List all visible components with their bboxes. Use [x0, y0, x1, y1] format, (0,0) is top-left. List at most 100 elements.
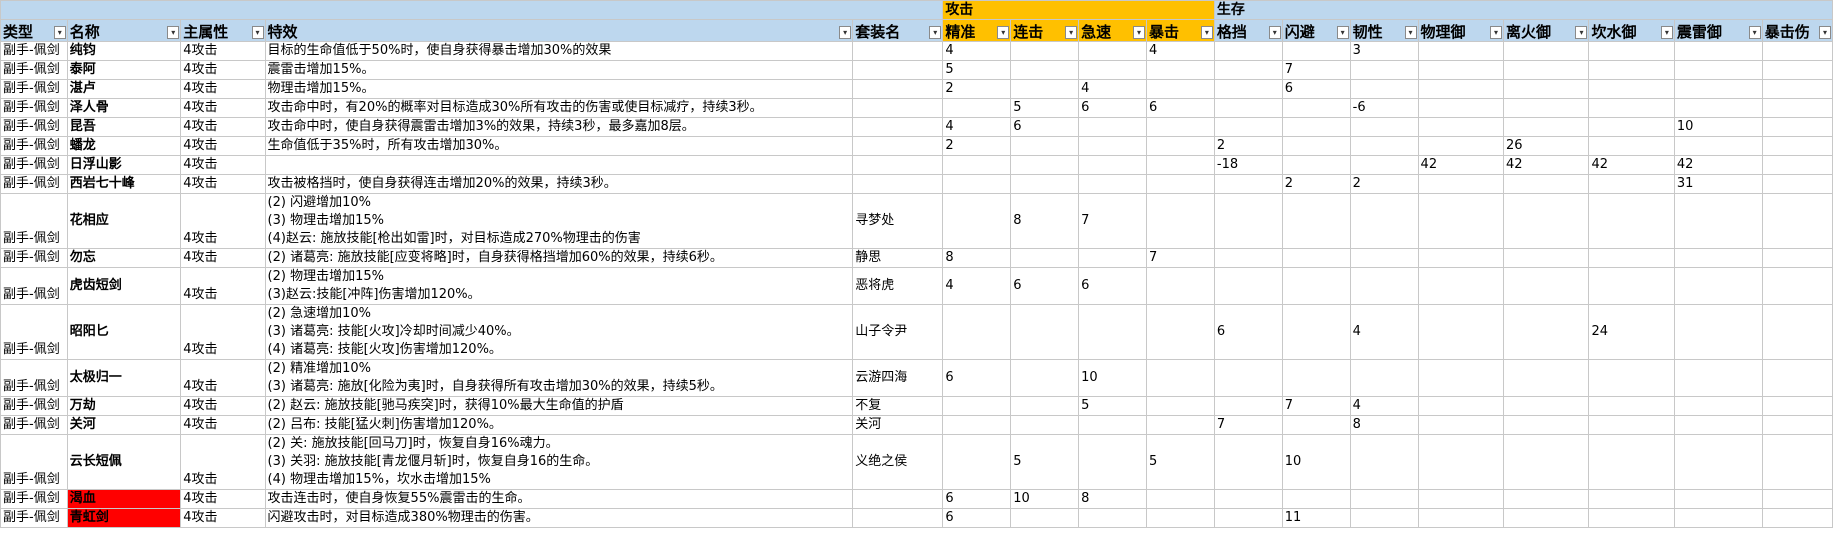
cell-stat[interactable] — [1761, 98, 1833, 118]
cell-stat[interactable] — [942, 193, 1012, 249]
cell-stat[interactable] — [1673, 304, 1763, 360]
cell-set-name[interactable]: 山子令尹 — [852, 304, 944, 360]
cell-stat[interactable] — [1349, 155, 1419, 175]
cell-main-attr[interactable]: 4攻击 — [180, 489, 266, 509]
cell-stat[interactable] — [1502, 174, 1590, 194]
cell-stat[interactable] — [1281, 98, 1351, 118]
cell-stat[interactable] — [1213, 41, 1283, 61]
cell-stat[interactable] — [1417, 434, 1505, 490]
cell-type[interactable]: 副手-佩剑 — [0, 359, 68, 397]
cell-stat[interactable]: 2 — [942, 79, 1012, 99]
cell-stat[interactable] — [1281, 415, 1351, 435]
cell-stat[interactable] — [1588, 248, 1675, 268]
cell-stat[interactable] — [1761, 359, 1833, 397]
cell-stat[interactable] — [1588, 434, 1675, 490]
cell-stat[interactable] — [1673, 98, 1763, 118]
cell-stat[interactable] — [1761, 415, 1833, 435]
cell-stat[interactable]: 7 — [1145, 248, 1215, 268]
cell-stat[interactable] — [1761, 304, 1833, 360]
cell-stat[interactable] — [1588, 489, 1675, 509]
cell-stat[interactable] — [1502, 434, 1590, 490]
cell-stat[interactable] — [1349, 60, 1419, 80]
cell-stat[interactable] — [1761, 60, 1833, 80]
cell-stat[interactable] — [1673, 193, 1763, 249]
cell-stat[interactable] — [1010, 60, 1080, 80]
cell-effect[interactable]: 攻击被格挡时，使自身获得连击增加20%的效果，持续3秒。 — [264, 174, 854, 194]
cell-stat[interactable] — [1673, 415, 1763, 435]
cell-main-attr[interactable]: 4攻击 — [180, 267, 266, 305]
cell-main-attr[interactable]: 4攻击 — [180, 508, 266, 528]
cell-stat[interactable]: 7 — [1213, 415, 1283, 435]
cell-stat[interactable] — [1417, 304, 1505, 360]
cell-main-attr[interactable]: 4攻击 — [180, 155, 266, 175]
cell-stat[interactable] — [1588, 98, 1675, 118]
cell-stat[interactable] — [1761, 174, 1833, 194]
cell-stat[interactable] — [1010, 396, 1080, 416]
cell-stat[interactable] — [1281, 304, 1351, 360]
cell-stat[interactable] — [1417, 248, 1505, 268]
cell-set-name[interactable] — [852, 174, 944, 194]
cell-stat[interactable]: 7 — [1281, 60, 1351, 80]
cell-effect[interactable]: (2) 闪避增加10% (3) 物理击增加15% (4)赵云: 施放技能[枪出如雷]… — [264, 193, 854, 249]
cell-stat[interactable] — [1417, 41, 1505, 61]
cell-stat[interactable]: 4 — [1349, 396, 1419, 416]
cell-stat[interactable] — [1078, 60, 1147, 80]
cell-stat[interactable] — [1761, 434, 1833, 490]
cell-stat[interactable] — [942, 396, 1012, 416]
cell-stat[interactable] — [1145, 396, 1215, 416]
cell-stat[interactable] — [1588, 396, 1675, 416]
cell-stat[interactable]: 6 — [1281, 79, 1351, 99]
cell-main-attr[interactable]: 4攻击 — [180, 98, 266, 118]
cell-type[interactable]: 副手-佩剑 — [0, 98, 68, 118]
cell-stat[interactable] — [1502, 304, 1590, 360]
cell-type[interactable]: 副手-佩剑 — [0, 489, 68, 509]
cell-effect[interactable]: 生命值低于35%时，所有攻击增加30%。 — [264, 136, 854, 156]
cell-set-name[interactable]: 恶将虎 — [852, 267, 944, 305]
cell-stat[interactable]: -18 — [1213, 155, 1283, 175]
cell-stat[interactable]: 6 — [1078, 267, 1147, 305]
filter-dropdown-icon[interactable]: ▾ — [1490, 26, 1502, 39]
cell-main-attr[interactable]: 4攻击 — [180, 79, 266, 99]
cell-effect[interactable]: (2) 急速增加10% (3) 诸葛亮: 技能[火攻]冷却时间减少40%。 (4) … — [264, 304, 854, 360]
cell-stat[interactable] — [1761, 193, 1833, 249]
cell-stat[interactable] — [1281, 489, 1351, 509]
cell-stat[interactable] — [942, 434, 1012, 490]
filter-dropdown-icon[interactable]: ▾ — [1200, 26, 1213, 39]
cell-stat[interactable] — [1761, 155, 1833, 175]
cell-stat[interactable]: -6 — [1349, 98, 1419, 118]
cell-stat[interactable]: 10 — [1281, 434, 1351, 490]
cell-stat[interactable] — [1417, 359, 1505, 397]
cell-stat[interactable] — [1588, 193, 1675, 249]
cell-stat[interactable] — [942, 98, 1012, 118]
cell-stat[interactable] — [1281, 267, 1351, 305]
cell-stat[interactable] — [1502, 117, 1590, 137]
cell-type[interactable]: 副手-佩剑 — [0, 193, 68, 249]
cell-stat[interactable]: 3 — [1349, 41, 1419, 61]
cell-stat[interactable]: 42 — [1588, 155, 1675, 175]
cell-stat[interactable] — [1502, 396, 1590, 416]
cell-stat[interactable] — [1078, 155, 1147, 175]
cell-name[interactable]: 蟠龙 — [66, 136, 182, 156]
cell-stat[interactable] — [1417, 136, 1505, 156]
cell-stat[interactable] — [1078, 434, 1147, 490]
cell-stat[interactable] — [1010, 79, 1080, 99]
cell-stat[interactable] — [1673, 248, 1763, 268]
cell-type[interactable]: 副手-佩剑 — [0, 267, 68, 305]
cell-effect[interactable]: 物理击增加15%。 — [264, 79, 854, 99]
cell-name[interactable]: 西岩七十峰 — [66, 174, 182, 194]
cell-main-attr[interactable]: 4攻击 — [180, 248, 266, 268]
cell-stat[interactable]: 11 — [1281, 508, 1351, 528]
cell-main-attr[interactable]: 4攻击 — [180, 434, 266, 490]
cell-stat[interactable]: 4 — [942, 41, 1012, 61]
cell-stat[interactable] — [1078, 304, 1147, 360]
cell-name[interactable]: 青虹剑 — [66, 508, 182, 528]
cell-stat[interactable] — [1588, 415, 1675, 435]
cell-stat[interactable] — [1349, 434, 1419, 490]
cell-stat[interactable] — [1349, 267, 1419, 305]
cell-name[interactable]: 云长短佩 — [66, 434, 182, 490]
cell-name[interactable]: 万劫 — [66, 396, 182, 416]
cell-stat[interactable] — [1010, 155, 1080, 175]
cell-stat[interactable] — [1213, 396, 1283, 416]
cell-type[interactable]: 副手-佩剑 — [0, 79, 68, 99]
cell-effect[interactable]: 攻击连击时，使自身恢复55%震雷击的生命。 — [264, 489, 854, 509]
